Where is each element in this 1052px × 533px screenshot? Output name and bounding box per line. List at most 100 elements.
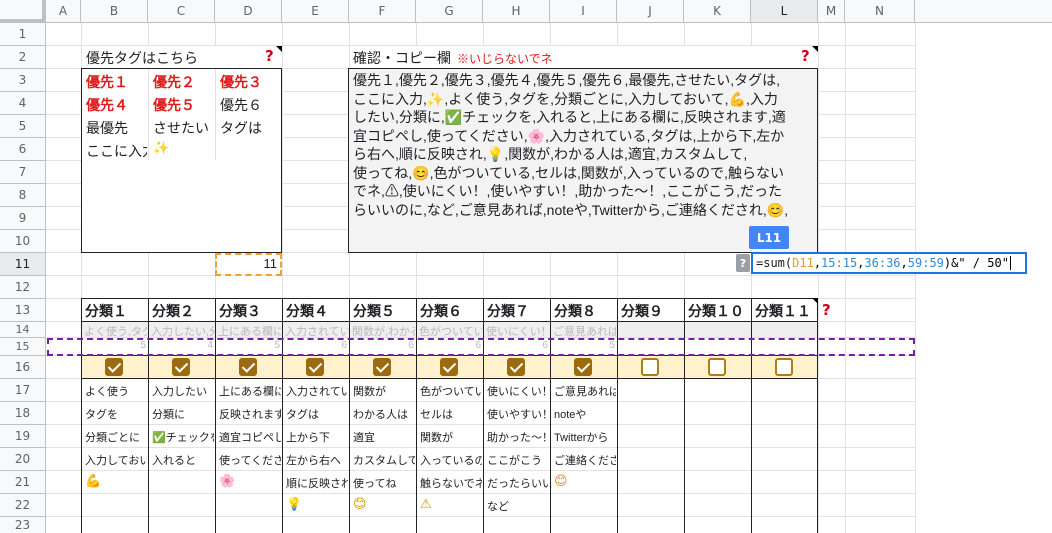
column-header-e[interactable]: E [282,0,349,23]
column-header-g[interactable]: G [416,0,483,23]
tag-cell[interactable]: タグは [286,406,348,422]
row-header-16[interactable]: 16 [0,356,46,379]
tag-cell[interactable]: 順に反映され [286,475,348,491]
tag-cell[interactable]: ご意見あれば [554,383,616,399]
tag-cell[interactable]: 入力されてい [286,383,348,399]
tag-cell[interactable]: 使ってね [353,475,415,491]
column-header-i[interactable]: I [550,0,617,23]
row-header-13[interactable]: 13 [0,299,46,322]
tag-cell[interactable]: 助かった～！ [487,429,549,445]
row-header-11[interactable]: 11 [0,253,46,276]
formula-help-icon[interactable]: ? [736,254,750,272]
category-checkbox[interactable] [373,358,391,376]
help-icon[interactable]: ? [801,47,810,65]
smiley-icon[interactable]: 😊 [554,474,568,489]
tag-cell[interactable]: 使ってくださ [219,452,281,468]
category-header[interactable]: 分類４ [286,301,328,321]
tag-cell[interactable]: よく使う [85,383,147,399]
column-header-f[interactable]: F [349,0,416,23]
category-header[interactable]: 分類９ [621,301,663,321]
column-header-c[interactable]: C [148,0,215,23]
row-header-14[interactable]: 14 [0,322,46,338]
column-header-a[interactable]: A [46,0,81,23]
category-header[interactable]: 分類１ [85,301,127,321]
row-header-18[interactable]: 18 [0,402,46,425]
tag-cell[interactable]: 入力したい [152,383,214,399]
tag-cell[interactable]: タグを [85,406,147,422]
row-header-1[interactable]: 1 [0,23,46,46]
row-header-9[interactable]: 9 [0,207,46,230]
sparkles-icon[interactable]: ✨ [153,141,169,156]
category-header[interactable]: 分類１０ [688,301,744,321]
category-checkbox[interactable] [105,358,123,376]
category-checkbox[interactable] [507,358,525,376]
tag-cell[interactable]: 関数が [420,429,482,445]
formula-editor[interactable]: =sum(D11,15:15,36:36,59:59)&" / 50" [751,252,1027,274]
tag-cell[interactable]: 入れると [152,452,214,468]
priority-tag[interactable]: ここに入力 [86,141,147,161]
tag-cell[interactable]: など [487,498,549,514]
row-header-5[interactable]: 5 [0,115,46,138]
category-header[interactable]: 分類１１ [755,301,817,321]
row-header-17[interactable]: 17 [0,379,46,402]
priority-tag[interactable]: させたい [153,118,209,138]
tag-cell[interactable]: 入っているの [420,452,482,468]
tag-cell[interactable]: カスタムして [353,452,415,468]
column-header-n[interactable]: N [845,0,915,23]
column-header-b[interactable]: B [81,0,148,23]
select-all-corner[interactable] [0,0,46,23]
tag-cell[interactable]: 反映されます [219,406,281,422]
category-checkbox[interactable] [440,358,458,376]
row-header-10[interactable]: 10 [0,230,46,253]
help-icon[interactable]: ? [265,47,274,65]
column-header-k[interactable]: K [684,0,751,23]
category-checkbox[interactable] [574,358,592,376]
category-checkbox[interactable] [239,358,257,376]
flexed-bicep-icon[interactable]: 💪 [85,474,101,489]
column-header-m[interactable]: M [818,0,845,23]
row-header-22[interactable]: 22 [0,494,46,517]
column-header-d[interactable]: D [215,0,282,23]
tag-cell[interactable]: 上にある欄に [219,383,281,399]
row-header-3[interactable]: 3 [0,69,46,92]
priority-tag[interactable]: 優先５ [153,95,195,115]
row-header-8[interactable]: 8 [0,184,46,207]
priority-tag[interactable]: 最優先 [86,118,128,138]
row-header-21[interactable]: 21 [0,471,46,494]
category-header[interactable]: 分類６ [420,301,462,321]
smiley-icon[interactable]: 😊 [353,497,367,512]
priority-tag[interactable]: 優先６ [220,95,262,115]
tag-cell[interactable]: 色がついてい [420,383,482,399]
help-icon[interactable]: ? [822,301,831,319]
cherry-blossom-icon[interactable]: 🌸 [219,474,235,489]
tag-cell[interactable]: 上から下 [286,429,348,445]
tag-cell[interactable]: 入力しておい [85,452,147,468]
tag-cell[interactable]: わかる人は [353,406,415,422]
tag-cell[interactable]: 分類ごとに [85,429,147,445]
tag-cell[interactable]: 使いやすい！ [487,406,549,422]
priority-tag[interactable]: 優先３ [220,72,262,92]
tag-cell[interactable]: ✅チェックを [152,429,214,445]
priority-tag[interactable]: 優先４ [86,95,128,115]
tag-cell[interactable]: セルは [420,406,482,422]
tag-cell[interactable]: 使いにくい！ [487,383,549,399]
row-header-4[interactable]: 4 [0,92,46,115]
row-header-15[interactable]: 15 [0,338,46,356]
tag-cell[interactable]: だったらいい [487,475,549,491]
category-checkbox[interactable] [708,358,726,376]
row-header-20[interactable]: 20 [0,448,46,471]
tag-cell[interactable]: 関数が [353,383,415,399]
row-header-6[interactable]: 6 [0,138,46,161]
tag-cell[interactable]: 分類に [152,406,214,422]
tag-cell[interactable]: 適宜コピペし [219,429,281,445]
spreadsheet-grid[interactable]: A B C D E F G H I J K L M N 1 2 3 4 5 6 … [0,0,1052,533]
category-header[interactable]: 分類３ [219,301,261,321]
row-header-12[interactable]: 12 [0,276,46,299]
category-checkbox[interactable] [172,358,190,376]
tag-cell[interactable]: 適宜 [353,429,415,445]
priority-tag[interactable]: タグは [220,118,262,138]
category-checkbox[interactable] [775,358,793,376]
warning-icon[interactable]: ⚠ [420,497,432,512]
category-header[interactable]: 分類８ [554,301,596,321]
category-checkbox[interactable] [641,358,659,376]
